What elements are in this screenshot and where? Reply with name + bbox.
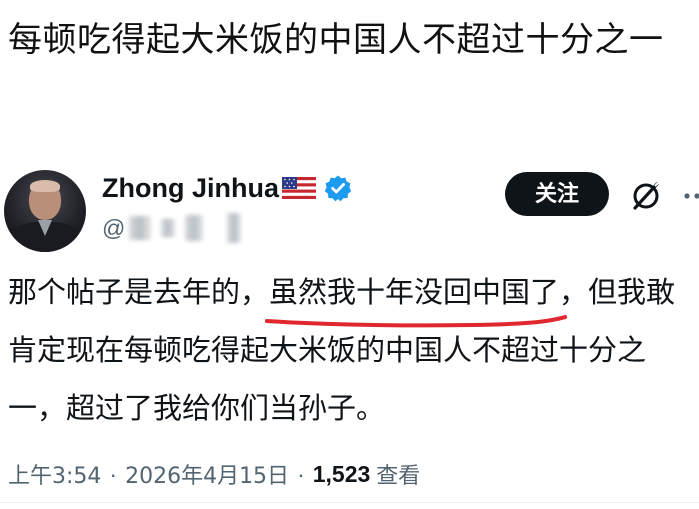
us-flag-icon [281,177,316,199]
underlined-phrase: 虽然我十年没回中国了 [265,263,568,328]
more-icon[interactable] [681,178,699,214]
headline: 每顿吃得起大米饭的中国人不超过十分之一 [8,20,664,60]
avatar[interactable] [4,170,86,252]
follow-button[interactable]: 关注 [505,172,609,216]
handle-redaction-3 [185,215,204,241]
tweet-time[interactable]: 上午3:54 [8,458,101,490]
tweet-meta: 上午3:54 · 2026年4月15日 · 1,523 查看 [8,457,420,491]
author-name[interactable]: Zhong Jinhua [102,173,279,204]
verified-badge-icon[interactable] [324,174,352,202]
handle-redaction-2 [161,219,176,237]
grok-icon[interactable] [628,178,664,214]
meta-separator-2: · [297,460,305,487]
author-row: Zhong Jinhua [102,170,352,206]
tweet-text-underlined: 虽然我十年没回中国了 [269,275,560,309]
handle-row: @ [102,212,242,244]
avatar-head-highlight [30,180,60,192]
tweet-body: 那个帖子是去年的，虽然我十年没回中国了 ，但我敢肯定现在每顿吃得起大米饭的中国人不… [8,263,698,437]
divider [0,502,699,503]
tweet-text-part1: 那个帖子是去年的， [8,275,270,309]
meta-separator-1: · [109,460,118,487]
views-label: 查看 [376,464,421,489]
handle-redaction-1 [129,216,152,240]
author-handle[interactable]: @ [102,215,125,242]
handle-redaction-4 [227,213,242,243]
tweet-date[interactable]: 2026年4月15日 [125,458,289,490]
red-underline-annotation [265,315,568,328]
views-count: 1,523 [312,460,371,487]
tweet-card: Zhong Jinhua @ 关注 那个帖子是去年的，虽然我十年没回中国了 ，但… [0,160,699,509]
